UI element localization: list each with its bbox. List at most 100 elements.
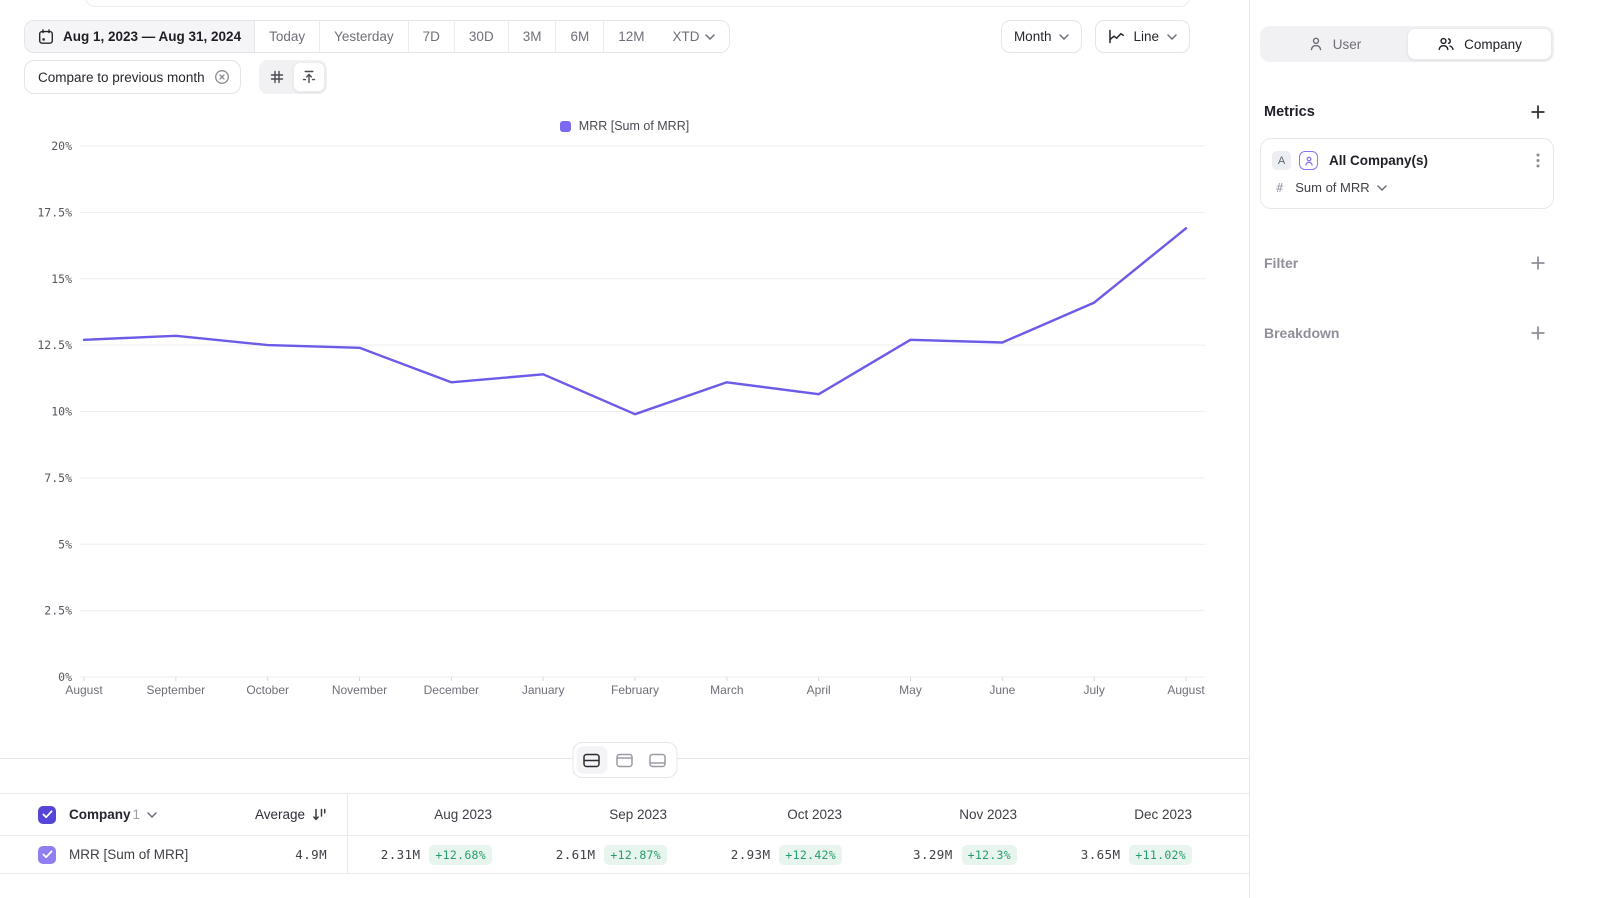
chart-type-dropdown[interactable]: Line bbox=[1095, 20, 1190, 53]
average-header-cell[interactable]: Average bbox=[230, 794, 348, 835]
mrr-line-chart: 20%17.5%15%12.5%10%7.5%5%2.5%0%AugustSep… bbox=[0, 138, 1249, 713]
row-checkbox[interactable] bbox=[38, 846, 56, 864]
delta-badge: +11.02% bbox=[1129, 845, 1192, 865]
date-range-button[interactable]: Aug 1, 2023 — Aug 31, 2024 bbox=[25, 21, 255, 52]
svg-text:July: July bbox=[1083, 683, 1104, 697]
breakdown-section-header: Breakdown bbox=[1260, 323, 1554, 343]
row-label: MRR [Sum of MRR] bbox=[69, 847, 188, 862]
filter-label: Filter bbox=[1264, 255, 1298, 271]
metric-entity-name: All Company(s) bbox=[1329, 153, 1525, 168]
svg-text:September: September bbox=[146, 683, 205, 697]
chevron-down-icon bbox=[1377, 185, 1387, 191]
user-toggle-button[interactable]: User bbox=[1262, 28, 1407, 60]
column-header-oct-2023: Oct 2023 bbox=[698, 807, 873, 822]
filter-section-header: Filter bbox=[1260, 253, 1554, 273]
metric-letter-badge: A bbox=[1272, 151, 1291, 170]
entity-header-dropdown[interactable]: Company 1 bbox=[69, 807, 157, 822]
compare-chip[interactable]: Compare to previous month bbox=[24, 60, 241, 94]
gridlines-toggle-button[interactable] bbox=[261, 62, 293, 92]
value-cell-nov-2023: 3.29M+12.3% bbox=[873, 845, 1048, 865]
chart-type-label: Line bbox=[1133, 29, 1159, 44]
select-all-checkbox[interactable] bbox=[38, 806, 56, 824]
column-header-dec-2023: Dec 2023 bbox=[1048, 807, 1223, 822]
cell-value: 3.65M bbox=[1081, 847, 1121, 862]
preset-today-button[interactable]: Today bbox=[255, 21, 320, 52]
legend-label: MRR [Sum of MRR] bbox=[579, 119, 689, 133]
svg-text:17.5%: 17.5% bbox=[37, 205, 72, 219]
kebab-menu-icon[interactable] bbox=[1533, 153, 1543, 168]
legend-swatch bbox=[560, 121, 571, 132]
add-breakdown-button[interactable] bbox=[1528, 323, 1548, 343]
preset-6m-button[interactable]: 6M bbox=[556, 21, 604, 52]
average-value-cell: 4.9M bbox=[230, 836, 348, 873]
preset-xtd-label: XTD bbox=[672, 29, 699, 44]
metric-selector[interactable]: # Sum of MRR bbox=[1272, 180, 1543, 195]
preset-xtd-button[interactable]: XTD bbox=[658, 21, 729, 52]
svg-text:5%: 5% bbox=[58, 537, 72, 551]
table-header-row: Company 1 Average Aug 2023Se bbox=[0, 793, 1249, 836]
chevron-down-icon bbox=[705, 34, 715, 40]
add-metric-button[interactable] bbox=[1528, 102, 1548, 122]
entity-header-cell: Company 1 bbox=[0, 794, 230, 835]
cell-value: 2.61M bbox=[556, 847, 596, 862]
layout-split-icon bbox=[583, 753, 601, 768]
sort-icon bbox=[312, 808, 327, 821]
svg-text:March: March bbox=[710, 683, 743, 697]
value-cell-oct-2023: 2.93M+12.42% bbox=[698, 845, 873, 865]
layout-top-icon bbox=[616, 753, 634, 768]
average-header-label: Average bbox=[255, 807, 305, 822]
svg-text:June: June bbox=[989, 683, 1015, 697]
metric-card-header: A All Company(s) bbox=[1272, 151, 1543, 170]
svg-text:10%: 10% bbox=[51, 405, 72, 419]
user-icon bbox=[1308, 36, 1324, 52]
svg-text:January: January bbox=[522, 683, 565, 697]
plus-icon bbox=[1531, 105, 1545, 119]
entity-header-label: Company bbox=[69, 807, 131, 822]
metric-name-label: Sum of MRR bbox=[1295, 180, 1369, 195]
calendar-icon bbox=[38, 29, 54, 45]
granularity-dropdown[interactable]: Month bbox=[1001, 20, 1083, 53]
preset-12m-button[interactable]: 12M bbox=[604, 21, 658, 52]
chart-controls: Month Line bbox=[1001, 20, 1190, 53]
breakdown-table: Company 1 Average Aug 2023Se bbox=[0, 793, 1249, 874]
close-circle-icon[interactable] bbox=[214, 69, 230, 85]
chevron-down-icon bbox=[147, 812, 157, 818]
metric-card[interactable]: A All Company(s) # Sum of MRR bbox=[1260, 138, 1554, 209]
hash-icon: # bbox=[1276, 181, 1283, 195]
hash-grid-icon bbox=[270, 70, 284, 84]
compare-chip-label: Compare to previous month bbox=[38, 70, 205, 85]
plus-icon bbox=[1531, 326, 1545, 340]
layout-split-button[interactable] bbox=[576, 746, 607, 774]
add-filter-button[interactable] bbox=[1528, 253, 1548, 273]
svg-text:February: February bbox=[611, 683, 659, 697]
metric-table-row: MRR [Sum of MRR] 4.9M 2.31M+12.68%2.61M+… bbox=[0, 836, 1249, 874]
date-range-label: Aug 1, 2023 — Aug 31, 2024 bbox=[63, 29, 241, 44]
entity-toggle: User Company bbox=[1260, 26, 1554, 62]
cell-value: 3.29M bbox=[913, 847, 953, 862]
preset-3m-button[interactable]: 3M bbox=[509, 21, 557, 52]
svg-text:20%: 20% bbox=[51, 139, 72, 153]
preset-30d-button[interactable]: 30D bbox=[455, 21, 509, 52]
average-value: 4.9M bbox=[295, 847, 327, 862]
layout-chart-only-button[interactable] bbox=[609, 746, 640, 774]
company-icon bbox=[1437, 36, 1455, 52]
toolbar: Aug 1, 2023 — Aug 31, 2024 TodayYesterda… bbox=[24, 20, 1190, 53]
preset-yesterday-button[interactable]: Yesterday bbox=[320, 21, 409, 52]
report-main-area: Aug 1, 2023 — Aug 31, 2024 TodayYesterda… bbox=[0, 0, 1249, 898]
company-toggle-button[interactable]: Company bbox=[1407, 28, 1552, 60]
svg-text:15%: 15% bbox=[51, 272, 72, 286]
layout-toggle-group bbox=[572, 742, 677, 778]
svg-text:August: August bbox=[1167, 683, 1205, 697]
preset-7d-button[interactable]: 7D bbox=[409, 21, 455, 52]
cell-value: 2.93M bbox=[731, 847, 771, 862]
analytics-dashboard: Aug 1, 2023 — Aug 31, 2024 TodayYesterda… bbox=[0, 0, 1600, 898]
layout-table-only-button[interactable] bbox=[642, 746, 673, 774]
svg-text:April: April bbox=[807, 683, 831, 697]
goal-line-toggle-button[interactable] bbox=[293, 62, 325, 92]
svg-text:August: August bbox=[65, 683, 103, 697]
cell-value: 2.31M bbox=[381, 847, 421, 862]
chevron-down-icon bbox=[1167, 34, 1177, 40]
column-header-sep-2023: Sep 2023 bbox=[523, 807, 698, 822]
value-cell-sep-2023: 2.61M+12.87% bbox=[523, 845, 698, 865]
column-header-aug-2023: Aug 2023 bbox=[348, 807, 523, 822]
